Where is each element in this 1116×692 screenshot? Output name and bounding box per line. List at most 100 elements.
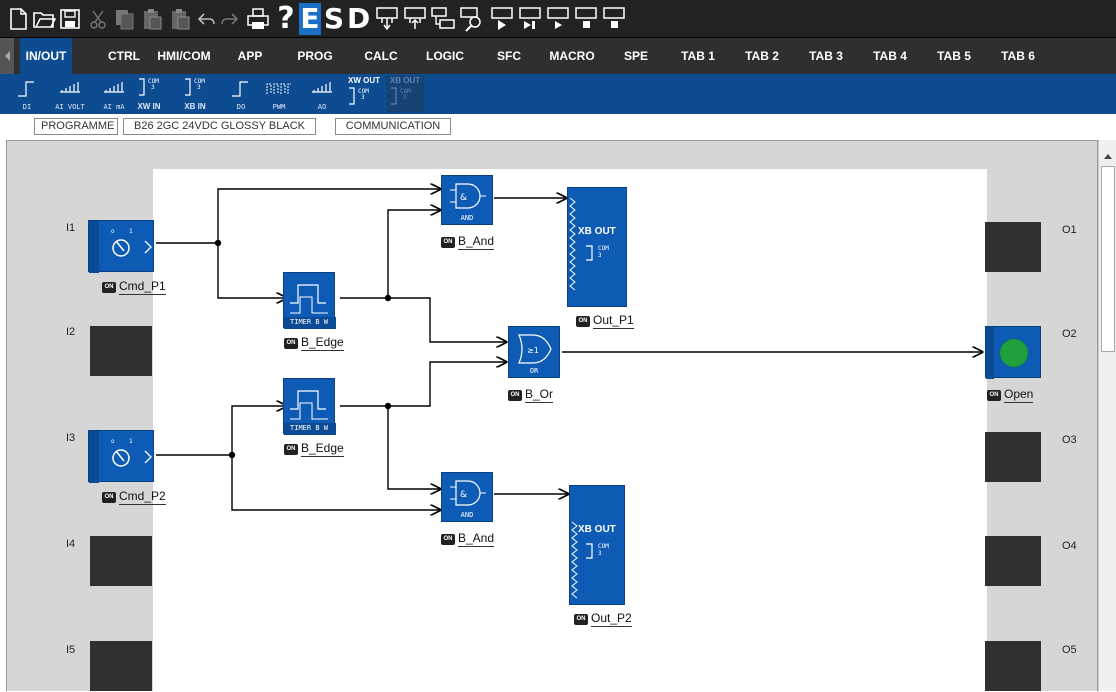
extension-xw-in-icon: COM3 bbox=[139, 78, 159, 96]
and-1-name: ON B_And bbox=[441, 234, 495, 250]
and-2-type: AND bbox=[460, 511, 474, 519]
stop-device-alt-icon[interactable] bbox=[600, 4, 628, 34]
transfer-to-device-icon[interactable] bbox=[373, 4, 401, 34]
and-2-block[interactable]: & AND bbox=[441, 472, 493, 522]
cmd-p2-block[interactable]: o1 bbox=[88, 430, 154, 483]
palette-do-label: DO bbox=[236, 103, 246, 111]
and-1-label: B_And bbox=[458, 234, 495, 250]
palette-pwm[interactable]: PWM bbox=[262, 76, 296, 112]
or-type: OR bbox=[529, 367, 539, 375]
main-toolbar: ? E S D bbox=[0, 0, 1116, 38]
svg-text:3: 3 bbox=[197, 84, 201, 91]
search-device-icon[interactable] bbox=[458, 4, 486, 34]
cut-icon[interactable] bbox=[84, 4, 112, 34]
tab-hmi-com[interactable]: HMI/COM bbox=[153, 38, 215, 74]
out-p1-block[interactable]: XB OUT COM 3 bbox=[567, 187, 627, 307]
transfer-from-device-icon[interactable] bbox=[401, 4, 429, 34]
tab-logic[interactable]: LOGIC bbox=[414, 38, 476, 74]
svg-text:≥1: ≥1 bbox=[527, 346, 539, 355]
tab-3[interactable]: TAB 3 bbox=[796, 38, 856, 74]
open-folder-icon[interactable] bbox=[30, 4, 58, 34]
tab-calc[interactable]: CALC bbox=[350, 38, 412, 74]
redo-icon[interactable] bbox=[216, 4, 244, 34]
mode-edit-button[interactable]: E bbox=[299, 3, 321, 35]
or-block[interactable]: ≥1 OR bbox=[508, 326, 560, 378]
open-label: Open bbox=[1004, 387, 1034, 403]
tab-ctrl[interactable]: CTRL bbox=[98, 38, 150, 74]
input-i4-slot[interactable] bbox=[90, 536, 152, 586]
input-i4-label: I4 bbox=[66, 538, 76, 550]
tab-6[interactable]: TAB 6 bbox=[988, 38, 1048, 74]
on-badge: ON bbox=[284, 443, 298, 455]
tab-1[interactable]: TAB 1 bbox=[668, 38, 728, 74]
and-1-type: AND bbox=[460, 214, 474, 222]
palette-xw-out[interactable]: XW OUT COM 3 bbox=[344, 76, 384, 112]
palette-do[interactable]: DO bbox=[226, 76, 256, 112]
svg-text:&: & bbox=[460, 193, 467, 203]
save-icon[interactable] bbox=[56, 4, 84, 34]
tab-spe[interactable]: SPE bbox=[606, 38, 666, 74]
communication-tab[interactable]: COMMUNICATION bbox=[335, 118, 451, 135]
tab-prog[interactable]: PROG bbox=[284, 38, 346, 74]
compare-icon[interactable] bbox=[429, 4, 457, 34]
tab-sfc[interactable]: SFC bbox=[478, 38, 540, 74]
vertical-scrollbar[interactable] bbox=[1098, 140, 1116, 691]
on-badge: ON bbox=[441, 533, 455, 545]
timer-1-block[interactable]: TIMER B W bbox=[283, 272, 336, 329]
scroll-thumb[interactable] bbox=[1101, 166, 1115, 352]
and-1-block[interactable]: & AND bbox=[441, 175, 493, 225]
on-badge: ON bbox=[441, 236, 455, 248]
input-i5-slot[interactable] bbox=[90, 641, 152, 691]
or-label: B_Or bbox=[525, 387, 554, 403]
help-icon[interactable]: ? bbox=[275, 3, 297, 35]
tab-app[interactable]: APP bbox=[220, 38, 280, 74]
palette-ao[interactable]: AO bbox=[306, 76, 338, 112]
cmd-p1-block[interactable]: o1 bbox=[88, 220, 154, 273]
play-device-icon[interactable] bbox=[544, 4, 572, 34]
palette-xw-in[interactable]: COM 3 XW IN bbox=[134, 76, 164, 112]
device-tab[interactable]: B26 2GC 24VDC GLOSSY BLACK bbox=[123, 118, 316, 135]
open-block[interactable] bbox=[985, 326, 1041, 379]
new-file-icon[interactable] bbox=[4, 4, 32, 34]
output-o3-slot[interactable] bbox=[985, 432, 1041, 482]
or-name: ON B_Or bbox=[508, 387, 554, 403]
tab-macro[interactable]: MACRO bbox=[540, 38, 604, 74]
palette-ai-ma[interactable]: AI mA bbox=[98, 76, 130, 112]
tab-5[interactable]: TAB 5 bbox=[924, 38, 984, 74]
digital-input-icon bbox=[18, 81, 34, 97]
paste-special-icon[interactable] bbox=[166, 4, 194, 34]
timer-2-block[interactable]: TIMER B W bbox=[283, 378, 336, 435]
palette-di-label: DI bbox=[22, 103, 32, 111]
palette-xb-in[interactable]: COM 3 XB IN bbox=[180, 76, 210, 112]
palette-xb-out[interactable]: XB OUT COM 3 bbox=[386, 76, 424, 112]
timer-1-type: TIMER B W bbox=[290, 318, 328, 326]
output-o4-slot[interactable] bbox=[985, 536, 1041, 586]
output-o5-slot[interactable] bbox=[985, 641, 1041, 691]
mode-simulation-button[interactable]: S bbox=[323, 3, 345, 35]
run-device-icon[interactable] bbox=[488, 4, 516, 34]
step-device-icon[interactable] bbox=[516, 4, 544, 34]
copy-icon[interactable] bbox=[110, 4, 138, 34]
output-o1-slot[interactable] bbox=[985, 222, 1041, 272]
palette-di[interactable]: DI bbox=[12, 76, 42, 112]
tab-4[interactable]: TAB 4 bbox=[860, 38, 920, 74]
svg-text:1: 1 bbox=[129, 438, 133, 445]
paste-icon[interactable] bbox=[138, 4, 166, 34]
tab-2[interactable]: TAB 2 bbox=[732, 38, 792, 74]
pwm-icon bbox=[266, 83, 291, 94]
print-icon[interactable] bbox=[244, 4, 272, 34]
extension-xw-out-icon: COM3 bbox=[349, 87, 369, 105]
and-2-name: ON B_And bbox=[441, 531, 495, 547]
out-p2-block[interactable]: XB OUT COM 3 bbox=[569, 485, 625, 605]
tab-in-out[interactable]: IN/OUT bbox=[20, 38, 72, 74]
scroll-up-icon[interactable] bbox=[1102, 150, 1114, 162]
palette-ai-volt[interactable]: AI VOLT bbox=[54, 76, 86, 112]
tab-scroll-left-icon[interactable] bbox=[0, 38, 14, 74]
program-canvas[interactable] bbox=[6, 140, 1098, 692]
input-i2-slot[interactable] bbox=[90, 326, 152, 376]
mode-debug-button[interactable]: D bbox=[347, 3, 370, 35]
stop-device-icon[interactable] bbox=[572, 4, 600, 34]
cmd-p1-label: Cmd_P1 bbox=[119, 279, 166, 295]
programme-tab[interactable]: PROGRAMME bbox=[34, 118, 118, 135]
open-name: ON Open bbox=[987, 387, 1034, 403]
